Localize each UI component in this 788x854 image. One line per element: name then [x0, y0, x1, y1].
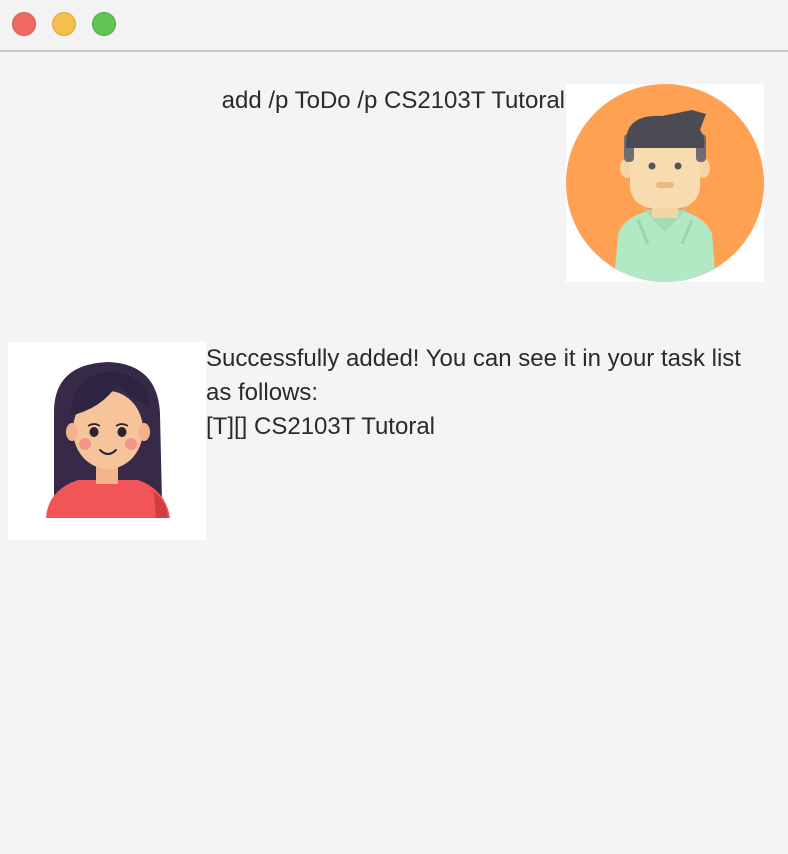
bot-avatar: [8, 342, 206, 540]
bot-message-text: Successfully added! You can see it in yo…: [206, 345, 741, 440]
minimize-window-button[interactable]: [52, 12, 76, 36]
window-title-bar: [0, 0, 788, 52]
close-window-button[interactable]: [12, 12, 36, 36]
female-avatar-icon: [46, 362, 170, 518]
zoom-window-button[interactable]: [92, 12, 116, 36]
user-avatar: [566, 84, 764, 282]
male-avatar-icon: [566, 84, 764, 282]
user-message-text: add /p ToDo /p CS2103T Tutoral: [221, 87, 565, 114]
